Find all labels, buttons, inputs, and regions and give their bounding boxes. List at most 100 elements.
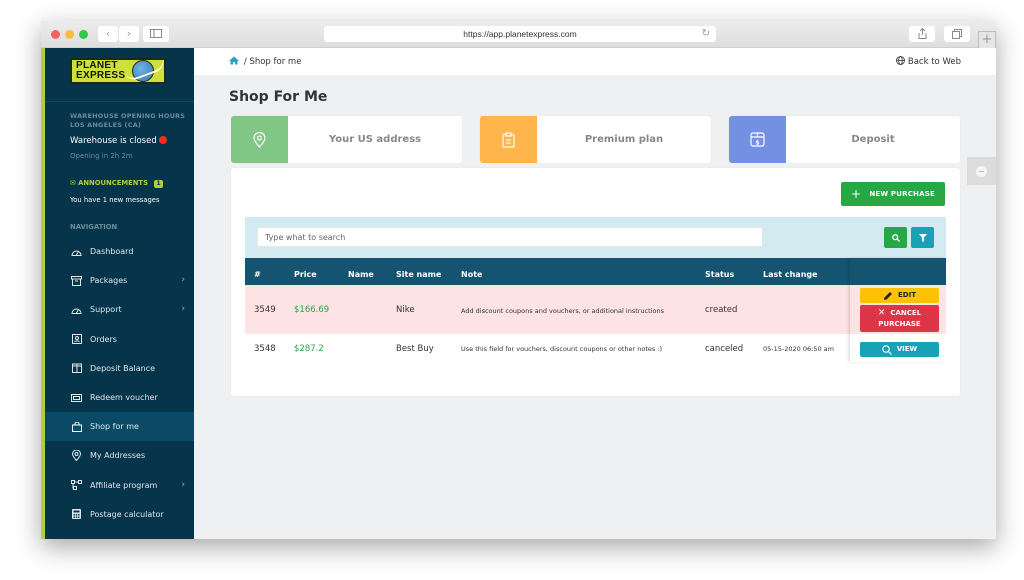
home-icon[interactable] (229, 56, 242, 67)
map-pin-icon (71, 450, 82, 462)
close-window-button[interactable] (51, 30, 60, 39)
back-to-web-link[interactable]: Back to Web (896, 56, 961, 67)
sidebar-item-shop-for-me[interactable]: Shop for me (45, 412, 194, 442)
new-messages-text: You have 1 new messages (70, 196, 160, 204)
sidebar-icon (150, 29, 162, 38)
new-purchase-button[interactable]: + NEW PURCHASE (841, 182, 945, 206)
maximize-window-button[interactable] (79, 30, 88, 39)
navigation-heading: NAVIGATION (70, 223, 118, 231)
reload-icon[interactable]: ↻ (702, 26, 710, 42)
support-icon (71, 305, 82, 315)
sidebar-item-deposit-balance[interactable]: Deposit Balance (45, 354, 194, 383)
column-header-status[interactable]: Status (705, 270, 734, 279)
sidebar-item-orders[interactable]: Orders (45, 325, 194, 354)
minimize-window-button[interactable] (65, 30, 74, 39)
sidebar-toggle-button[interactable] (143, 26, 169, 42)
dashboard-icon (71, 247, 82, 257)
table-row: 3548 $287.2 Best Buy Use this field for … (245, 334, 946, 362)
search-input[interactable] (257, 227, 763, 247)
deposit-box-icon: $ (750, 132, 765, 147)
cell-id: 3549 (254, 305, 276, 315)
search-icon (891, 233, 900, 242)
url-text: https://app.planetexpress.com (463, 29, 577, 39)
column-header-name[interactable]: Name (348, 270, 374, 279)
sidebar-item-label: Shop for me (90, 422, 139, 432)
sidebar-item-packages[interactable]: Packages › (45, 266, 194, 295)
sidebar: PLANET EXPRESS WAREHOUSE OPENING HOURS L… (41, 48, 194, 539)
column-header-id[interactable]: # (254, 270, 261, 279)
sidebar-item-label: Deposit Balance (90, 363, 156, 373)
show-tabs-button[interactable] (944, 26, 970, 42)
filter-icon (918, 233, 927, 242)
column-header-last-change[interactable]: Last change (763, 270, 818, 279)
sidebar-item-label: Orders (90, 334, 117, 344)
new-tab-button[interactable]: + (978, 31, 996, 48)
globe-icon (896, 56, 906, 65)
orders-icon (71, 334, 82, 345)
chevron-right-icon: › (181, 275, 185, 286)
warehouse-hours-label: WAREHOUSE OPENING HOURS LOS ANGELES (CA) (70, 112, 186, 129)
cell-site-name: Nike (396, 305, 415, 315)
sidebar-item-label: Redeem voucher (90, 393, 158, 403)
view-button[interactable]: VIEW (860, 342, 939, 357)
cancel-purchase-button[interactable]: ✕ CANCEL PURCHASE (860, 305, 939, 332)
minus-circle-icon (976, 165, 987, 177)
breadcrumb: / Shop for me (229, 56, 301, 67)
sidebar-item-redeem-voucher[interactable]: Redeem voucher (45, 383, 194, 412)
top-bar: / Shop for me Back to Web (194, 48, 996, 75)
page-title: Shop For Me (229, 89, 328, 105)
sidebar-nav: Dashboard Packages › Support › Orders De… (45, 237, 194, 529)
share-icon (918, 27, 926, 39)
column-header-site-name[interactable]: Site name (396, 270, 441, 279)
back-button[interactable]: ‹ (98, 26, 118, 42)
ticket-icon (71, 393, 82, 403)
forward-button[interactable]: › (119, 26, 139, 42)
cell-price: $166.69 (294, 305, 330, 315)
address-bar[interactable]: https://app.planetexpress.com ↻ (324, 26, 716, 42)
plus-icon: + (851, 187, 862, 201)
card-icon-box: $ (729, 116, 786, 163)
sidebar-item-dashboard[interactable]: Dashboard (45, 237, 194, 266)
sidebar-item-label: My Addresses (90, 451, 146, 461)
announcements-link[interactable]: ✉ ANNOUNCEMENTS 1 (70, 179, 163, 188)
chevron-right-icon: › (126, 27, 132, 40)
edit-button[interactable]: EDIT (860, 288, 939, 303)
chevron-right-icon: › (181, 304, 185, 315)
card-label: Premium plan (584, 134, 664, 145)
table-row: 3549 $166.69 Nike Add discount coupons a… (245, 285, 946, 334)
clipboard-icon (502, 131, 515, 148)
calculator-icon (71, 509, 82, 520)
us-address-card[interactable]: Your US address (231, 116, 462, 163)
search-button[interactable] (884, 227, 907, 248)
premium-plan-card[interactable]: Premium plan (480, 116, 711, 163)
divider (45, 101, 194, 102)
breadcrumb-separator: / (243, 57, 247, 67)
column-header-price[interactable]: Price (294, 270, 317, 279)
sidebar-item-label: Packages (90, 276, 128, 286)
planet-express-logo[interactable]: PLANET EXPRESS (70, 57, 167, 84)
card-label: Deposit (851, 134, 895, 145)
cell-note: Use this field for vouchers, discount co… (461, 345, 663, 353)
browser-toolbar: ‹ › https://app.planetexpress.com ↻ + (41, 21, 996, 48)
chevron-right-icon: › (181, 479, 185, 490)
collapse-panel-handle[interactable] (967, 157, 996, 185)
sidebar-item-label: Dashboard (90, 247, 134, 257)
deposit-card[interactable]: $ Deposit (729, 116, 960, 163)
cell-status: canceled (705, 344, 744, 354)
sidebar-item-postage-calculator[interactable]: Postage calculator (45, 500, 194, 529)
search-icon (881, 344, 892, 355)
map-pin-icon (253, 131, 266, 148)
sidebar-item-affiliate-program[interactable]: Affiliate program › (45, 471, 194, 500)
filter-button[interactable] (911, 227, 934, 248)
share-button[interactable] (909, 26, 935, 42)
cell-note: Add discount coupons and vouchers, or ad… (461, 307, 664, 315)
tabs-icon (952, 29, 962, 39)
cell-status: created (705, 305, 738, 315)
search-bar (245, 217, 946, 258)
sidebar-item-my-addresses[interactable]: My Addresses (45, 441, 194, 470)
sidebar-item-support[interactable]: Support › (45, 295, 194, 324)
column-header-note[interactable]: Note (461, 270, 482, 279)
table-header: # Price Name Site name Note Status Last … (245, 258, 946, 285)
cell-price: $287.2 (294, 344, 324, 354)
cell-last-change: 05-15-2020 06:50 am (763, 345, 834, 353)
